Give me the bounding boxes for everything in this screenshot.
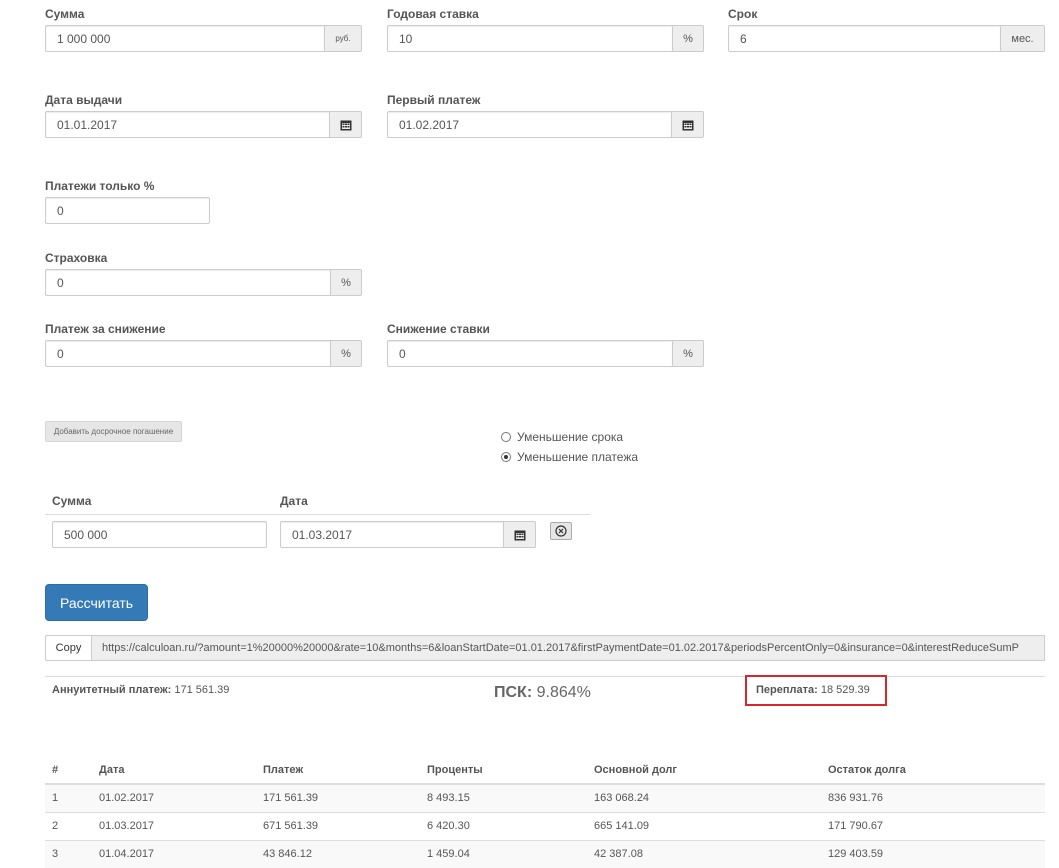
amount-input[interactable] [45, 25, 325, 52]
table-row: 2 01.03.2017 671 561.39 6 420.30 665 141… [45, 811, 1045, 840]
radio-checked[interactable] [501, 452, 511, 462]
overpay-highlight-box [745, 675, 887, 706]
add-early-repayment-button[interactable]: Добавить досрочное погашение [45, 421, 182, 442]
calendar-button[interactable] [330, 111, 362, 138]
rate-reduction-label: Снижение ставки [387, 322, 490, 336]
reduce-payment-label: Платеж за снижение [45, 322, 166, 336]
cell-balance: 836 931.76 [821, 783, 1045, 812]
calendar-icon [682, 120, 693, 130]
remove-repayment-button[interactable] [550, 522, 572, 540]
cell-interest: 8 493.15 [420, 783, 587, 812]
psk-result: ПСК: 9.864% [494, 684, 591, 702]
col-principal: Основной долг [587, 757, 821, 785]
rate-input[interactable] [387, 25, 673, 52]
rate-label: Годовая ставка [387, 7, 479, 21]
copy-button[interactable]: Copy [45, 635, 92, 661]
rate-group: % [387, 25, 704, 52]
percent-only-label: Платежи только % [45, 179, 155, 193]
psk-value: 9.864% [536, 684, 591, 701]
reduce-term-label: Уменьшение срока [517, 430, 624, 444]
cell-payment: 171 561.39 [256, 783, 420, 812]
col-interest: Проценты [420, 757, 587, 785]
col-date: Дата [92, 757, 256, 785]
issue-date-group [45, 111, 362, 138]
cell-balance: 171 790.67 [821, 811, 1045, 840]
divider [45, 514, 590, 515]
cell-interest: 6 420.30 [420, 811, 587, 840]
rate-reduction-input[interactable] [387, 340, 673, 367]
insurance-unit: % [331, 269, 362, 296]
term-label: Срок [728, 7, 758, 21]
issue-date-input[interactable] [45, 111, 330, 138]
annuity-value: 171 561.39 [174, 684, 230, 696]
table-header-row: # Дата Платеж Проценты Основной долг Ост… [45, 757, 1045, 785]
insurance-group: % [45, 269, 362, 296]
cell-number: 2 [45, 811, 92, 840]
reduce-term-option[interactable]: Уменьшение срока [501, 430, 623, 444]
first-payment-label: Первый платеж [387, 93, 481, 107]
reduce-payment-unit: % [331, 340, 362, 367]
col-number: # [45, 757, 92, 785]
col-balance: Остаток долга [821, 757, 1045, 785]
reduce-payment-group: % [45, 340, 362, 367]
rate-reduction-unit: % [673, 340, 704, 367]
cell-date: 01.03.2017 [92, 811, 256, 840]
share-url-field[interactable]: https://calculoan.ru/?amount=1%20000%200… [92, 635, 1045, 661]
reduce-payment-option-label: Уменьшение платежа [517, 450, 639, 464]
cell-date: 01.04.2017 [92, 839, 256, 868]
cell-number: 3 [45, 839, 92, 868]
calculate-button[interactable]: Рассчитать [45, 584, 148, 621]
cell-payment: 671 561.39 [256, 811, 420, 840]
reduce-payment-option[interactable]: Уменьшение платежа [501, 450, 638, 464]
radio-unchecked[interactable] [501, 432, 511, 442]
first-payment-input[interactable] [387, 111, 672, 138]
early-date-group [280, 521, 536, 548]
cell-interest: 1 459.04 [420, 839, 587, 868]
term-unit: мес. [1001, 25, 1045, 52]
divider [45, 676, 1045, 677]
first-payment-group [387, 111, 704, 138]
cell-principal: 163 068.24 [587, 783, 821, 812]
early-date-header: Дата [280, 494, 308, 508]
table-row: 1 01.02.2017 171 561.39 8 493.15 163 068… [45, 783, 1045, 812]
calendar-icon [340, 120, 351, 130]
reduce-payment-input[interactable] [45, 340, 331, 367]
amount-unit: руб. [325, 25, 362, 52]
cell-principal: 665 141.09 [587, 811, 821, 840]
close-circle-icon [555, 525, 567, 537]
table-row: 3 01.04.2017 43 846.12 1 459.04 42 387.0… [45, 839, 1045, 868]
cell-date: 01.02.2017 [92, 783, 256, 812]
issue-date-label: Дата выдачи [45, 93, 123, 107]
amount-group: руб. [45, 25, 362, 52]
col-payment: Платеж [256, 757, 420, 785]
percent-only-input[interactable] [45, 197, 210, 224]
annuity-result: Аннуитетный платеж: 171 561.39 [52, 684, 229, 696]
calendar-button[interactable] [504, 521, 536, 548]
calendar-icon [514, 530, 525, 540]
cell-number: 1 [45, 783, 92, 812]
amount-label: Сумма [45, 7, 85, 21]
cell-payment: 43 846.12 [256, 839, 420, 868]
term-input[interactable] [728, 25, 1001, 52]
term-group: мес. [728, 25, 1045, 52]
insurance-label: Страховка [45, 251, 108, 265]
rate-unit: % [673, 25, 704, 52]
cell-principal: 42 387.08 [587, 839, 821, 868]
insurance-input[interactable] [45, 269, 331, 296]
annuity-label: Аннуитетный платеж: [52, 684, 172, 696]
early-amount-input[interactable] [52, 521, 267, 548]
early-amount-header: Сумма [52, 494, 92, 508]
early-date-input[interactable] [280, 521, 504, 548]
rate-reduction-group: % [387, 340, 704, 367]
psk-label: ПСК: [494, 684, 533, 701]
payment-schedule-table: # Дата Платеж Проценты Основной долг Ост… [45, 757, 1045, 868]
calendar-button[interactable] [672, 111, 704, 138]
cell-balance: 129 403.59 [821, 839, 1045, 868]
